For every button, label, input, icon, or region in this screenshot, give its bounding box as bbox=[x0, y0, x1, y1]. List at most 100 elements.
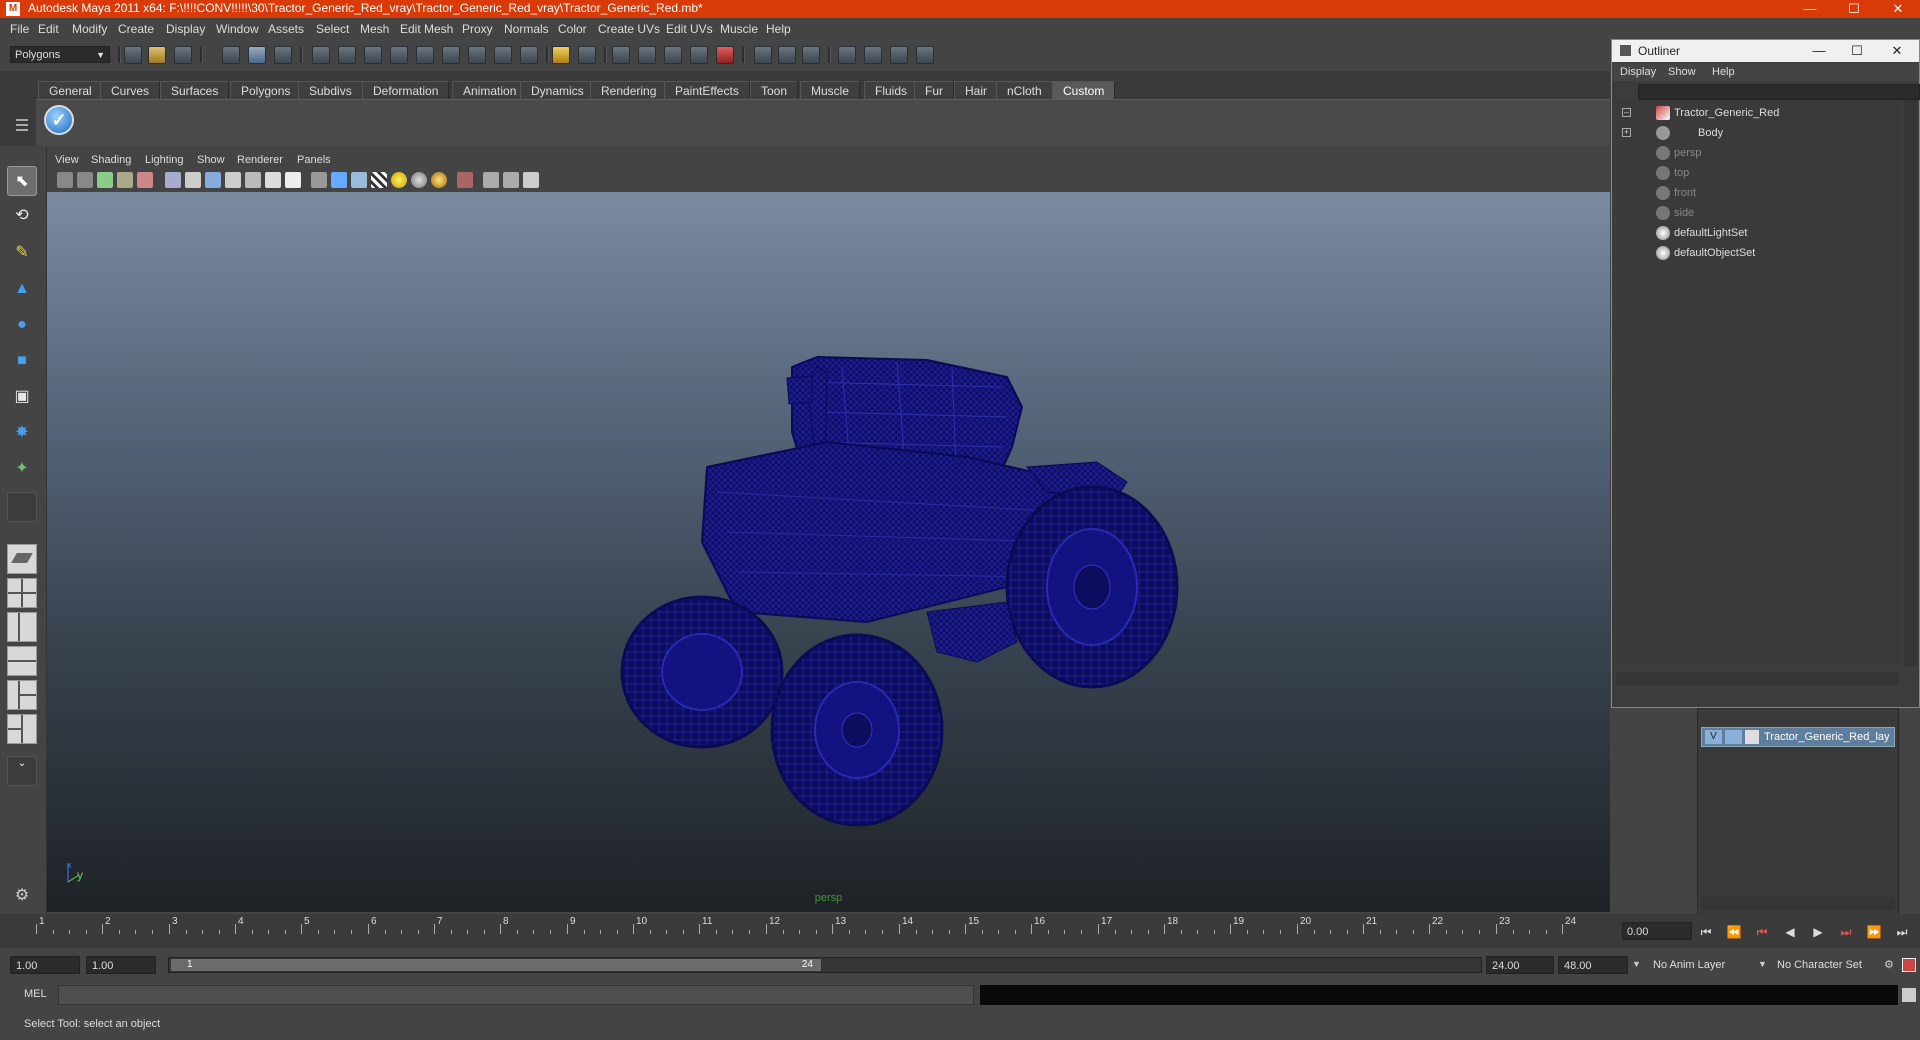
snap-grid-icon[interactable] bbox=[612, 46, 630, 64]
wireframe-icon[interactable] bbox=[311, 172, 327, 188]
command-language-label[interactable]: MEL bbox=[24, 988, 47, 1000]
layer-visibility-toggle[interactable]: V bbox=[1705, 730, 1722, 744]
persp-graph-layout-icon[interactable] bbox=[7, 646, 37, 676]
layout-options-icon[interactable]: ⌄ bbox=[7, 756, 37, 786]
ipr-render-icon[interactable] bbox=[890, 46, 908, 64]
menu-file[interactable]: File bbox=[10, 22, 29, 36]
menu-muscle[interactable]: Muscle bbox=[720, 22, 758, 36]
panel-menu-shading[interactable]: Shading bbox=[91, 154, 131, 166]
safe-action-icon[interactable] bbox=[265, 172, 281, 188]
range-slider[interactable]: 1 24 bbox=[168, 957, 1482, 973]
tab-muscle[interactable]: Muscle bbox=[800, 81, 861, 99]
outliner-row-top[interactable]: top bbox=[1616, 164, 1899, 182]
menu-create[interactable]: Create bbox=[118, 22, 154, 36]
minimize-icon[interactable]: — bbox=[1788, 0, 1832, 18]
tab-fur[interactable]: Fur bbox=[914, 81, 954, 99]
menu-edit-mesh[interactable]: Edit Mesh bbox=[400, 22, 453, 36]
menu-proxy[interactable]: Proxy bbox=[462, 22, 493, 36]
question-icon[interactable] bbox=[520, 46, 538, 64]
isolate-select-icon[interactable] bbox=[457, 172, 473, 188]
range-slider-thumb[interactable]: 1 24 bbox=[171, 959, 821, 971]
tab-curves[interactable]: Curves bbox=[100, 81, 161, 99]
move-tool-icon[interactable]: ▲ bbox=[7, 274, 37, 304]
tab-surfaces[interactable]: Surfaces bbox=[160, 81, 230, 99]
collapse-icon[interactable]: – bbox=[1622, 108, 1631, 117]
chevron-down-icon[interactable]: ▼ bbox=[1632, 959, 1641, 969]
tab-polygons[interactable]: Polygons bbox=[230, 81, 302, 99]
four-view-layout-icon[interactable] bbox=[7, 578, 37, 608]
outliner-row-tractor[interactable]: – Tractor_Generic_Red bbox=[1616, 104, 1899, 122]
menu-mesh[interactable]: Mesh bbox=[360, 22, 389, 36]
expand-icon[interactable]: + bbox=[1622, 128, 1631, 137]
menu-display[interactable]: Display bbox=[166, 22, 205, 36]
menu-select[interactable]: Select bbox=[316, 22, 349, 36]
layer-horizontal-scrollbar[interactable] bbox=[1701, 897, 1895, 910]
scale-tool-icon[interactable]: ■ bbox=[7, 346, 37, 376]
image-plane-icon[interactable] bbox=[117, 172, 133, 188]
playback-start-field[interactable]: 1.00 bbox=[86, 956, 156, 974]
step-back-frame-icon[interactable]: ⏪ bbox=[1726, 924, 1742, 940]
render-view-icon[interactable] bbox=[838, 46, 856, 64]
grid-icon[interactable] bbox=[165, 172, 181, 188]
lasso-tool-icon[interactable]: ⟲ bbox=[7, 201, 37, 231]
snap-point-icon[interactable] bbox=[664, 46, 682, 64]
play-backwards-icon[interactable]: ◀ bbox=[1782, 924, 1798, 940]
play-forwards-icon[interactable]: ▶ bbox=[1810, 924, 1826, 940]
maximize-icon[interactable]: ☐ bbox=[1840, 42, 1874, 60]
camera-select-icon[interactable] bbox=[57, 172, 73, 188]
persp-graph-outliner-layout-icon[interactable] bbox=[7, 714, 37, 744]
select-deformations-icon[interactable] bbox=[390, 46, 408, 64]
hypershade-persp-layout-icon[interactable] bbox=[7, 680, 37, 710]
go-to-start-icon[interactable]: ⏮ bbox=[1698, 924, 1714, 940]
outliner-horizontal-scrollbar[interactable] bbox=[1616, 672, 1899, 685]
select-dynamics-icon[interactable] bbox=[416, 46, 434, 64]
rotate-tool-icon[interactable]: ● bbox=[7, 310, 37, 340]
panel-menu-view[interactable]: View bbox=[55, 154, 79, 166]
use-all-lights-icon[interactable] bbox=[391, 172, 407, 188]
menu-set-selector[interactable]: Polygons ▼ bbox=[10, 46, 110, 63]
tab-custom[interactable]: Custom bbox=[1052, 81, 1116, 99]
tab-hair[interactable]: Hair bbox=[954, 81, 999, 99]
soft-modification-icon[interactable]: ✸ bbox=[7, 418, 37, 448]
select-misc-icon[interactable] bbox=[468, 46, 486, 64]
outliner-filter-field[interactable] bbox=[1638, 84, 1920, 100]
key-icon[interactable]: ⚙ bbox=[1884, 958, 1898, 972]
tab-animation[interactable]: Animation bbox=[452, 81, 528, 99]
go-to-end-icon[interactable]: ⏭ bbox=[1894, 924, 1910, 940]
menu-create-uvs[interactable]: Create UVs bbox=[598, 22, 660, 36]
render-settings-icon[interactable] bbox=[916, 46, 934, 64]
animation-preferences-icon[interactable] bbox=[1902, 958, 1916, 972]
menu-help[interactable]: Help bbox=[766, 22, 791, 36]
input-ops-icon[interactable] bbox=[754, 46, 772, 64]
lock-selection-icon[interactable] bbox=[552, 46, 570, 64]
film-gate-icon[interactable] bbox=[185, 172, 201, 188]
menu-color[interactable]: Color bbox=[558, 22, 587, 36]
display-layer-row[interactable]: V Tractor_Generic_Red_lay bbox=[1701, 727, 1895, 747]
animation-start-field[interactable]: 1.00 bbox=[10, 956, 80, 974]
close-icon[interactable]: ✕ bbox=[1880, 42, 1914, 60]
select-surfaces-icon[interactable] bbox=[494, 46, 512, 64]
checkmark-icon[interactable]: ✓ bbox=[44, 105, 74, 135]
perspective-viewport[interactable]: y x persp bbox=[47, 192, 1610, 912]
tab-fluids[interactable]: Fluids bbox=[864, 81, 919, 99]
render-current-frame-icon[interactable] bbox=[864, 46, 882, 64]
script-editor-icon[interactable] bbox=[1902, 988, 1916, 1002]
outliner-row-defaultlightset[interactable]: defaultLightSet bbox=[1616, 224, 1899, 242]
layer-display-type-toggle[interactable] bbox=[1725, 730, 1742, 744]
smooth-shade-icon[interactable] bbox=[331, 172, 347, 188]
xray-icon[interactable] bbox=[483, 172, 499, 188]
resolution-gate-icon[interactable] bbox=[205, 172, 221, 188]
tab-rendering[interactable]: Rendering bbox=[590, 81, 668, 99]
menu-window[interactable]: Window bbox=[216, 22, 259, 36]
single-perspective-layout-icon[interactable] bbox=[7, 544, 37, 574]
outliner-row-body[interactable]: + Body bbox=[1616, 124, 1899, 142]
playback-end-field[interactable]: 24.00 bbox=[1486, 956, 1554, 974]
select-component-icon[interactable] bbox=[274, 46, 292, 64]
anim-layer-selector[interactable]: No Anim Layer bbox=[1648, 956, 1754, 974]
select-joints-icon[interactable] bbox=[338, 46, 356, 64]
select-rendering-icon[interactable] bbox=[442, 46, 460, 64]
bookmarks-icon[interactable] bbox=[97, 172, 113, 188]
new-scene-icon[interactable] bbox=[124, 46, 142, 64]
snap-view-plane-icon[interactable] bbox=[690, 46, 708, 64]
outliner-menu-display[interactable]: Display bbox=[1620, 66, 1656, 78]
